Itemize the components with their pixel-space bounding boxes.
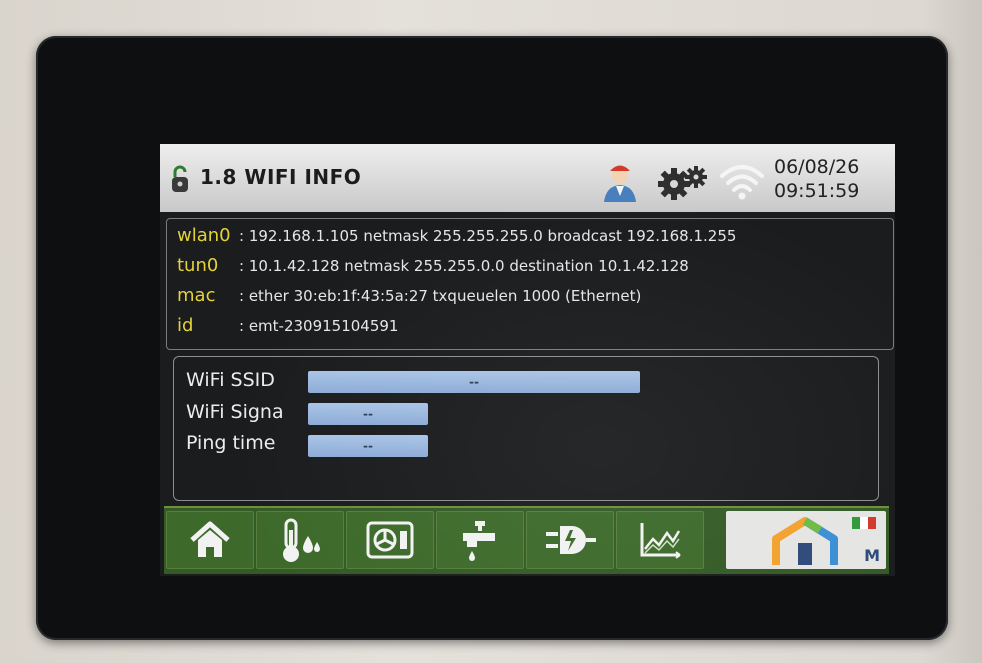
nav-ventilation-button[interactable] (346, 511, 434, 569)
brand-letter: M (864, 546, 880, 565)
home-icon (190, 521, 230, 557)
ping-time-field: -- (308, 435, 428, 457)
nav-climate-button[interactable] (256, 511, 344, 569)
tun0-row: tun0 : 10.1.42.128 netmask 255.255.0.0 de… (177, 255, 689, 276)
nav-home-button[interactable] (166, 511, 254, 569)
bottom-nav-bar: M (164, 506, 889, 574)
net-value: : 192.168.1.105 netmask 255.255.255.0 br… (239, 227, 737, 245)
net-key: mac (177, 285, 216, 306)
nav-energy-button[interactable] (526, 511, 614, 569)
brand-logo-button[interactable]: M (726, 511, 886, 569)
lock-icon[interactable] (170, 164, 190, 194)
mac-row: mac : ether 30:eb:1f:43:5a:27 txqueuelen … (177, 285, 641, 306)
ventilation-unit-icon (366, 521, 414, 559)
ping-time-label: Ping time (186, 432, 276, 454)
thermometer-humidity-icon (283, 518, 320, 562)
italian-flag-icon (852, 517, 876, 529)
time-display: 09:51:59 (774, 180, 860, 202)
wifi-status-panel: WiFi SSID -- WiFi Signa -- Ping time -- (173, 356, 879, 501)
brand-logo-icon (772, 517, 838, 565)
nav-water-button[interactable] (436, 511, 524, 569)
net-key: tun0 (177, 255, 219, 276)
chart-icon (640, 523, 681, 559)
net-value: : emt-230915104591 (239, 317, 399, 335)
wifi-icon[interactable] (718, 162, 766, 200)
id-row: id : emt-230915104591 (177, 315, 398, 336)
date-display: 06/08/26 (774, 156, 860, 178)
net-value: : 10.1.42.128 netmask 255.255.0.0 destin… (239, 257, 689, 275)
wifi-ssid-label: WiFi SSID (186, 369, 275, 391)
wifi-signal-field: -- (308, 403, 428, 425)
net-value: : ether 30:eb:1f:43:5a:27 txqueuelen 100… (239, 287, 642, 305)
network-info-panel: wlan0 : 192.168.1.105 netmask 255.255.255… (166, 218, 894, 350)
net-key: id (177, 315, 194, 336)
device-bezel: 1.8 WIFI INFO 06/08/26 09:51:59 wlan0: … (36, 36, 948, 640)
header-bar: 1.8 WIFI INFO 06/08/26 09:51:59 (160, 144, 895, 212)
touch-screen: 1.8 WIFI INFO 06/08/26 09:51:59 wlan0: … (160, 144, 895, 576)
wifi-signal-label: WiFi Signa (186, 401, 284, 423)
wifi-ssid-field: -- (308, 371, 640, 393)
wlan0-row: wlan0 : 192.168.1.105 netmask 255.255.255… (177, 225, 736, 246)
power-plug-icon (546, 526, 596, 554)
net-key: wlan0 (177, 225, 231, 246)
water-tap-icon (463, 521, 495, 561)
page-title: 1.8 WIFI INFO (200, 165, 362, 189)
nav-statistics-button[interactable] (616, 511, 704, 569)
user-icon[interactable] (602, 162, 638, 202)
gear-icon[interactable] (656, 162, 708, 202)
